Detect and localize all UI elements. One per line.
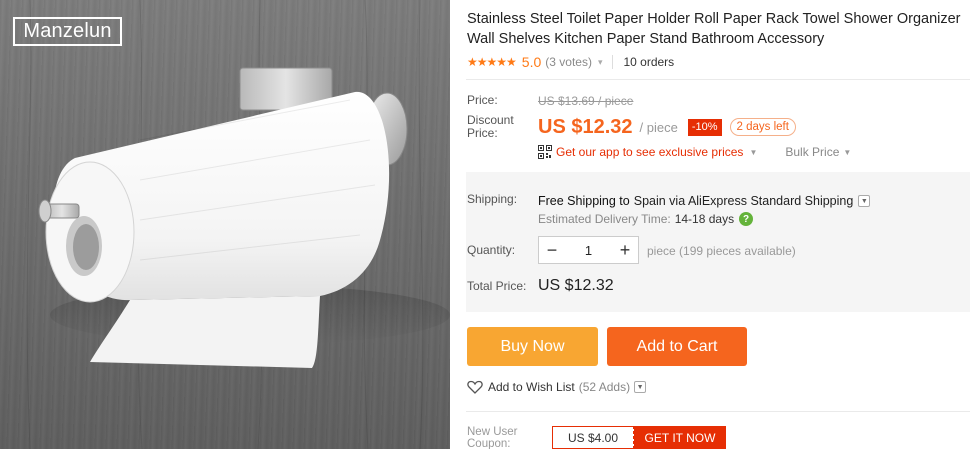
delivery-label: Estimated Delivery Time: (538, 212, 671, 226)
rating-row: ★★★★★ 5.0 (3 votes) ▾ 10 orders (467, 53, 674, 71)
qr-code-icon (538, 145, 552, 159)
current-price: US $12.32 (538, 115, 633, 138)
delivery-estimate: Estimated Delivery Time: 14-18 days ? (538, 211, 754, 227)
days-left-badge: 2 days left (729, 118, 796, 136)
free-shipping-text: Free Shipping to (538, 194, 630, 208)
divider (466, 411, 970, 412)
product-image[interactable]: Manzelun (0, 0, 450, 449)
shipping-label: Shipping: (467, 192, 518, 206)
shipping-destination: Spain via AliExpress Standard Shipping (633, 194, 854, 208)
price-line: US $12.32 / piece -10% 2 days left (538, 114, 796, 140)
chevron-down-icon[interactable]: ▼ (843, 148, 851, 157)
app-exclusive-prices-link[interactable]: Get our app to see exclusive prices (556, 145, 743, 159)
product-title: Stainless Steel Toilet Paper Holder Roll… (467, 11, 961, 47)
bulk-price-link[interactable]: Bulk Price (785, 145, 839, 159)
delivery-days: 14-18 days (674, 212, 735, 226)
decrease-quantity-button[interactable]: − (539, 237, 565, 263)
quantity-stepper: − 1 + (538, 236, 639, 264)
divider (612, 55, 614, 69)
price-unit: / piece (639, 119, 678, 135)
original-price: US $13.69 / piece (538, 94, 634, 108)
votes-link[interactable]: (3 votes) (545, 55, 592, 69)
total-price-label: Total Price: (467, 279, 527, 293)
quantity-availability: piece (199 pieces available) (647, 244, 796, 258)
coupon-label: New User Coupon: (467, 426, 518, 449)
discount-badge: -10% (687, 118, 722, 136)
shipping-method[interactable]: Free Shipping to Spain via AliExpress St… (538, 193, 871, 209)
brand-logo: Manzelun (13, 17, 122, 46)
wishlist-count: (52 Adds) (578, 380, 631, 394)
quantity-label: Quantity: (467, 243, 516, 257)
buy-now-button[interactable]: Buy Now (467, 327, 598, 366)
chevron-down-icon[interactable]: ▾ (598, 57, 603, 68)
new-user-coupon: US $4.00 GET IT NOW (552, 426, 726, 449)
rating-stars-icon: ★★★★★ (467, 55, 517, 69)
add-to-cart-button[interactable]: Add to Cart (607, 327, 747, 366)
increase-quantity-button[interactable]: + (612, 237, 638, 263)
total-price: US $12.32 (538, 277, 614, 294)
paper-towel-holder-image (26, 0, 450, 449)
chevron-down-icon[interactable]: ▼ (634, 381, 647, 393)
app-promo: Get our app to see exclusive prices ▼ Bu… (538, 143, 851, 161)
help-icon[interactable]: ? (739, 212, 754, 226)
discount-price-label: Discount Price: (467, 113, 514, 140)
get-coupon-button[interactable]: GET IT NOW (634, 426, 726, 449)
chevron-down-icon[interactable]: ▼ (858, 195, 871, 207)
wishlist-label[interactable]: Add to Wish List (488, 380, 575, 394)
coupon-value: US $4.00 (552, 426, 634, 449)
quantity-input[interactable]: 1 (565, 243, 612, 258)
product-detail-panel: Stainless Steel Toilet Paper Holder Roll… (466, 0, 970, 449)
price-label: Price: (467, 93, 498, 107)
orders-count: 10 orders (623, 55, 675, 69)
heart-icon[interactable] (467, 380, 483, 394)
chevron-down-icon[interactable]: ▼ (749, 148, 757, 157)
divider (466, 79, 970, 80)
rating-value: 5.0 (521, 54, 542, 70)
add-to-wishlist[interactable]: Add to Wish List (52 Adds) ▼ (467, 379, 647, 395)
